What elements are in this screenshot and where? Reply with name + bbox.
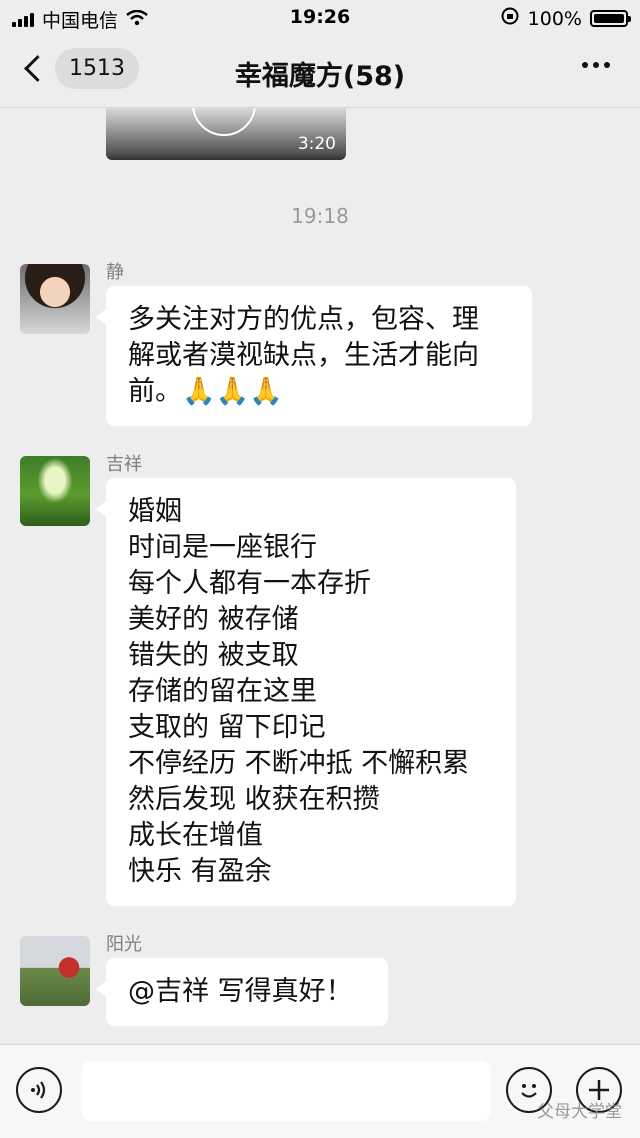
message-line: 前。🙏🙏🙏 [128,376,283,407]
message-line: 多关注对方的优点，包容、理 [128,304,479,335]
message-line: 美好的 被存储 [128,604,299,635]
status-right: 100% [500,6,631,31]
message-line: 存储的留在这里 [128,676,317,707]
avatar[interactable] [20,456,90,526]
message-line: 然后发现 收获在积攒 [128,784,380,815]
message-line: @吉祥 写得真好！ [128,976,353,1007]
sender-name: 吉祥 [106,454,142,475]
message-line: 不停经历 不断冲抵 不懈积累 [128,748,470,779]
battery-icon [590,10,631,27]
more-button[interactable] [582,62,610,68]
message-line: 解或者漠视缺点，生活才能向 [128,340,479,371]
message-bubble[interactable]: 婚姻 时间是一座银行 每个人都有一本存折 美好的 被存储 错失的 被支取 存储的… [96,478,516,906]
avatar[interactable] [20,936,90,1006]
sender-name: 静 [106,262,124,283]
time-separator: 19:18 [291,204,349,228]
input-bar: 父母大学堂 [0,1044,640,1138]
video-message[interactable]: 3:20 [106,108,346,160]
message-line: 每个人都有一本存折 [128,568,371,599]
message-bubble[interactable]: 多关注对方的优点，包容、理 解或者漠视缺点，生活才能向 前。🙏🙏🙏 [96,286,532,426]
status-bar: 中国电信 19:26 100% [0,0,640,36]
avatar[interactable] [20,264,90,334]
sender-name: 阳光 [106,934,142,955]
voice-icon [31,1081,46,1099]
message-line: 时间是一座银行 [128,532,317,563]
video-duration: 3:20 [297,134,336,154]
message-input[interactable] [82,1061,490,1121]
message-line: 错失的 被支取 [128,640,299,671]
more-dots-icon [582,62,588,68]
voice-button[interactable] [16,1067,62,1113]
battery-label: 100% [527,7,582,30]
message-line: 婚姻 [128,496,182,527]
message-line: 快乐 有盈余 [128,856,272,887]
chat-title: 幸福魔方(58) [234,61,406,92]
message-line: 成长在增值 [128,820,263,851]
message-line: 支取的 留下印记 [128,712,326,743]
watermark: 父母大学堂 [537,1102,622,1122]
nav-bar: 1513 幸福魔方(58) [0,36,640,108]
message-bubble[interactable]: @吉祥 写得真好！ [96,958,388,1026]
play-icon [192,108,256,136]
orientation-lock-icon [500,6,520,31]
